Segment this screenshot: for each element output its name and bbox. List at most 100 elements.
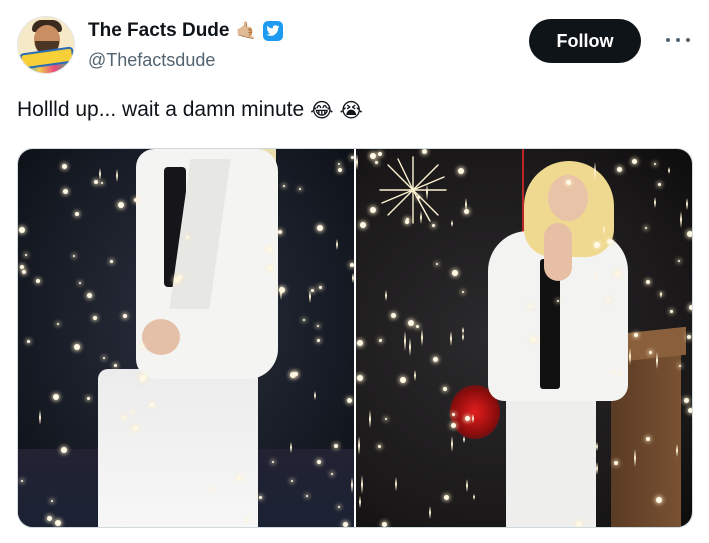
spark (422, 149, 428, 155)
spark-streak (655, 351, 658, 370)
spark (461, 290, 464, 293)
spark (443, 494, 449, 500)
spark-streak (660, 290, 663, 299)
spark-streak (358, 496, 361, 509)
spark (565, 179, 571, 185)
spark (575, 521, 582, 527)
spark-streak (352, 273, 354, 283)
spark (370, 206, 377, 213)
spark-streak (633, 449, 636, 468)
spark (258, 496, 262, 500)
tweet-text: Hollld up... wait a damn minute 😂 😭 (17, 98, 363, 122)
spark (356, 339, 363, 346)
spark (556, 299, 559, 302)
loudly-crying-emoji: 😭 (339, 98, 363, 122)
verified-badge-icon[interactable] (262, 21, 283, 41)
spark-streak (473, 493, 476, 501)
spark (377, 444, 381, 448)
spark (688, 407, 692, 413)
spark (432, 223, 436, 227)
spark (451, 412, 455, 416)
call-me-hand-emoji: 🤙🏼 (235, 21, 257, 41)
spark-streak (289, 441, 292, 453)
spark-streak (336, 239, 339, 250)
spark (110, 260, 114, 264)
spark-streak (451, 435, 454, 452)
more-dot (686, 38, 690, 42)
spark (100, 181, 103, 184)
spark (346, 398, 352, 404)
spark-streak (472, 413, 475, 423)
spark (433, 356, 438, 362)
spark-streak (596, 461, 599, 476)
photo-1[interactable] (18, 149, 354, 527)
spark-streak (465, 479, 468, 493)
spark (351, 155, 354, 159)
spark-streak (356, 154, 359, 171)
spark (62, 164, 68, 170)
spark (75, 211, 80, 216)
author-name-row: The Facts Dude 🤙🏼 (88, 18, 283, 44)
spark-streak (425, 183, 428, 201)
spark (122, 314, 127, 319)
spark-streak (313, 390, 316, 401)
spark-streak (680, 211, 683, 229)
spark (26, 339, 30, 343)
spark (18, 227, 25, 234)
spark (613, 461, 618, 466)
spark-streak (595, 271, 598, 283)
display-name[interactable]: The Facts Dude (88, 20, 229, 42)
spark (654, 163, 657, 166)
spark (277, 230, 282, 235)
spark (36, 278, 41, 283)
spark (78, 281, 81, 284)
spark (117, 201, 124, 208)
spark (689, 305, 692, 311)
spark (73, 344, 80, 351)
tears-of-joy-emoji: 😂 (310, 98, 334, 122)
clasped-hands (142, 319, 180, 355)
white-trousers (98, 369, 258, 527)
photo-2[interactable] (356, 149, 692, 527)
spark (686, 230, 692, 237)
spark (381, 522, 387, 527)
follow-button[interactable]: Follow (529, 19, 641, 63)
spark-streak (357, 436, 360, 456)
spark (616, 166, 622, 172)
spark (53, 393, 60, 400)
spark (63, 189, 69, 195)
spark (267, 266, 273, 272)
spark (452, 270, 459, 277)
spark (683, 398, 689, 404)
author-handle[interactable]: @Thefactsdude (88, 50, 215, 71)
spark (416, 325, 420, 329)
spark (645, 280, 650, 285)
spark (679, 365, 682, 367)
spark (416, 195, 420, 199)
spark (360, 221, 367, 228)
spark-streak (350, 476, 353, 494)
spark-streak (450, 219, 453, 228)
spark-streak (465, 198, 467, 212)
spark (391, 313, 397, 319)
spark (378, 338, 382, 342)
spark (384, 417, 387, 420)
media-grid (17, 148, 693, 528)
spark (293, 371, 298, 376)
more-horizontal-icon[interactable] (666, 30, 690, 50)
spark (645, 226, 648, 229)
spark-streak (99, 168, 102, 180)
spark-streak (612, 368, 615, 376)
spark (290, 479, 293, 482)
spark-streak (280, 284, 283, 300)
spark-streak (115, 169, 118, 182)
spark (333, 443, 338, 448)
tweet-text-body: Hollld up... wait a damn minute (17, 98, 305, 121)
tweet-card: The Facts Dude 🤙🏼 @Thefactsdude Follow H… (0, 0, 709, 543)
spark-streak (603, 224, 606, 236)
spark (245, 519, 248, 522)
spark-streak (419, 210, 422, 225)
spark (266, 247, 272, 253)
more-dot (666, 38, 670, 42)
avatar[interactable] (17, 16, 75, 74)
